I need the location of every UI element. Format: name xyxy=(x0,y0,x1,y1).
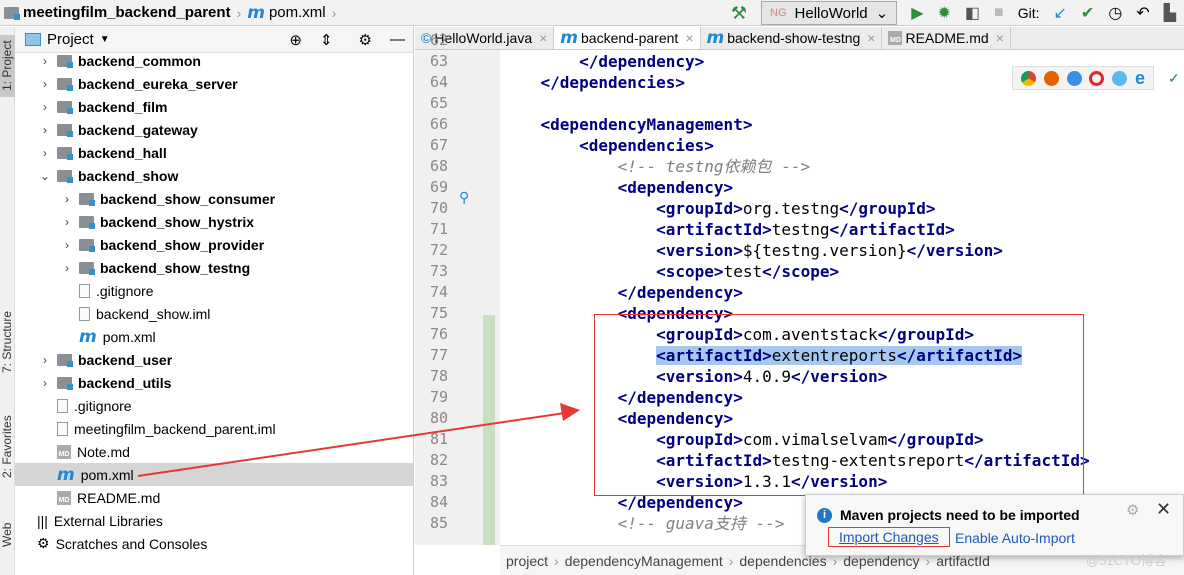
notification-message: Maven projects need to be imported xyxy=(840,507,1080,523)
info-icon: i xyxy=(817,508,832,523)
watermark: @51CTO博客 xyxy=(1086,553,1167,568)
maven-import-notification: i Maven projects need to be imported ⚙ ✕… xyxy=(805,494,1184,556)
import-changes-link[interactable]: Import Changes xyxy=(828,527,950,547)
annotation-arrow xyxy=(137,403,580,477)
close-icon[interactable]: ✕ xyxy=(1156,499,1171,520)
enable-auto-import-link[interactable]: Enable Auto-Import xyxy=(955,530,1075,546)
gear-icon[interactable]: ⚙ xyxy=(1126,501,1139,519)
